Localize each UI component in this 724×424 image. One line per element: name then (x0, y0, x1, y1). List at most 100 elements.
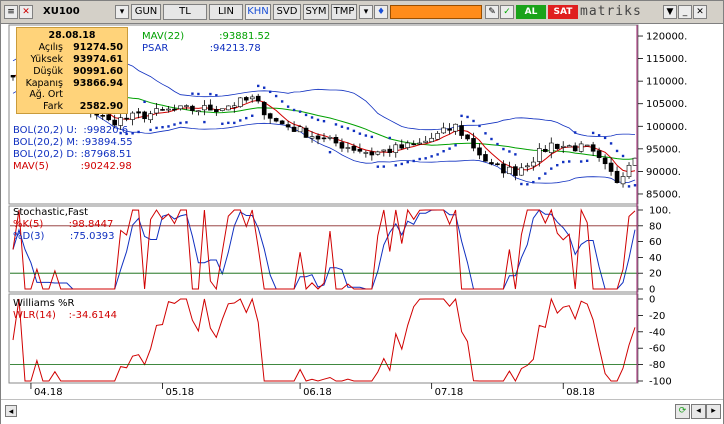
psar-dot (143, 100, 146, 104)
psar-dot (322, 119, 326, 123)
psar-dot (502, 147, 505, 151)
time-axis-label: 06.18 (303, 387, 332, 398)
candle-body (255, 95, 261, 102)
candle-body (590, 144, 596, 152)
window-menu-icon[interactable]: ≡ (4, 5, 18, 19)
period-button-gun[interactable]: GUN (131, 4, 161, 20)
sell-button[interactable]: SAT (548, 5, 578, 19)
candle-body (100, 115, 106, 117)
price-axis-label: 85000. (646, 189, 681, 200)
info-row-high: Yüksek 93974.61 (30, 54, 123, 65)
period-dropdown-icon[interactable]: ▾ (359, 5, 373, 19)
candle-body (243, 97, 249, 101)
close-symbol-icon[interactable]: ✕ (19, 5, 33, 19)
candle-body (531, 161, 536, 167)
period-button-khn[interactable]: KHN (245, 4, 271, 20)
toolbar: ≡ ✕ XU100 ▾ GUN TL LIN KHN SVD SYM TMP ▾… (1, 1, 723, 24)
candle-body (160, 109, 165, 111)
candle-body (208, 104, 213, 111)
psar-dot (418, 157, 421, 161)
psar-dot (573, 131, 577, 134)
psar-dot (436, 153, 439, 156)
period-button-sym[interactable]: SYM (303, 4, 329, 20)
info-row-wavg: Ağ. Ort (29, 89, 63, 100)
period-button-lin[interactable]: LIN (209, 4, 243, 20)
psar-dot (161, 126, 164, 129)
legend-psar: PSAR :94213.78 (142, 43, 261, 54)
zoom-in-icon[interactable]: ▸ (706, 404, 721, 419)
candle-body (489, 162, 494, 165)
psar-dot (149, 128, 152, 132)
twitter-icon[interactable]: ♦ (374, 5, 388, 19)
price-axis-label: 105000. (646, 99, 687, 110)
buy-button[interactable]: AL (516, 5, 546, 19)
candle-body (578, 143, 584, 152)
psar-dot (412, 159, 415, 163)
zoom-out-icon[interactable]: ◂ (691, 404, 706, 419)
candle-body (124, 117, 129, 120)
period-button-tmp[interactable]: TMP (331, 4, 357, 20)
candle-body (363, 152, 369, 154)
candle-body (285, 124, 291, 128)
psar-dot (185, 121, 188, 124)
candle-body (309, 136, 315, 139)
psar-dot (478, 124, 481, 128)
check-icon[interactable]: ✓ (500, 5, 514, 19)
edit-icon[interactable]: ✎ (485, 5, 499, 19)
candle-body (172, 108, 177, 111)
candle-body (554, 143, 560, 149)
candle-body (542, 148, 548, 152)
refresh-icon[interactable]: ⟳ (675, 404, 690, 419)
period-button-tl[interactable]: TL (163, 4, 207, 20)
psar-dot (316, 118, 320, 122)
candle-body (297, 126, 303, 133)
psar-dot (352, 129, 356, 133)
candle-body (513, 166, 518, 176)
candle-body (303, 127, 309, 138)
stochastic-axis-label: 20 (649, 269, 662, 280)
legend-mav5: MAV(5) :90242.98 (13, 161, 132, 172)
psar-dot (526, 183, 529, 186)
psar-dot (364, 134, 368, 137)
psar-dot (191, 92, 194, 95)
candle-body (10, 74, 16, 78)
candle-body (626, 164, 632, 177)
candle-body (602, 157, 608, 165)
scroll-left-icon[interactable]: ◂ (5, 405, 17, 417)
candle-body (483, 154, 488, 162)
info-row-close: Kapanış 93866.94 (25, 78, 123, 89)
candle-body (632, 157, 638, 166)
candle-body (435, 133, 440, 140)
psar-dot (430, 155, 433, 158)
psar-dot (466, 115, 469, 119)
psar-dot (257, 84, 260, 88)
candle-body (608, 162, 614, 172)
psar-dot (370, 135, 374, 139)
candle-body (399, 144, 405, 149)
close-icon[interactable]: ✕ (693, 5, 707, 19)
psar-dot (203, 120, 206, 124)
time-axis-label: 08.18 (566, 387, 595, 398)
candle-body (291, 126, 297, 132)
psar-dot (568, 160, 571, 163)
candle-body (154, 108, 159, 114)
candle-body (315, 135, 321, 140)
psar-dot (591, 131, 595, 135)
minimize-icon[interactable]: _ (678, 5, 692, 19)
candle-body (226, 105, 231, 111)
symbol-dropdown-icon[interactable]: ▾ (115, 5, 129, 19)
bottom-bar: ◂ ⟳ ◂ ▸ (1, 399, 723, 424)
psar-dot (304, 113, 308, 117)
psar-dot (424, 157, 427, 160)
price-axis-label: 120000. (646, 32, 687, 43)
psar-dot (328, 150, 332, 154)
psar-dot (137, 130, 140, 134)
down-arrow-icon[interactable]: ▼ (663, 5, 677, 19)
psar-dot (550, 167, 553, 170)
alert-bar[interactable] (390, 5, 482, 19)
time-axis-label: 04.18 (34, 387, 63, 398)
period-button-svd[interactable]: SVD (273, 4, 301, 20)
price-axis-label: 95000. (646, 144, 681, 155)
ohlc-info-box: 28.08.18 Açılış 91274.50 Yüksek 93974.61 D… (16, 27, 128, 114)
symbol-field[interactable]: XU100 (37, 4, 103, 20)
